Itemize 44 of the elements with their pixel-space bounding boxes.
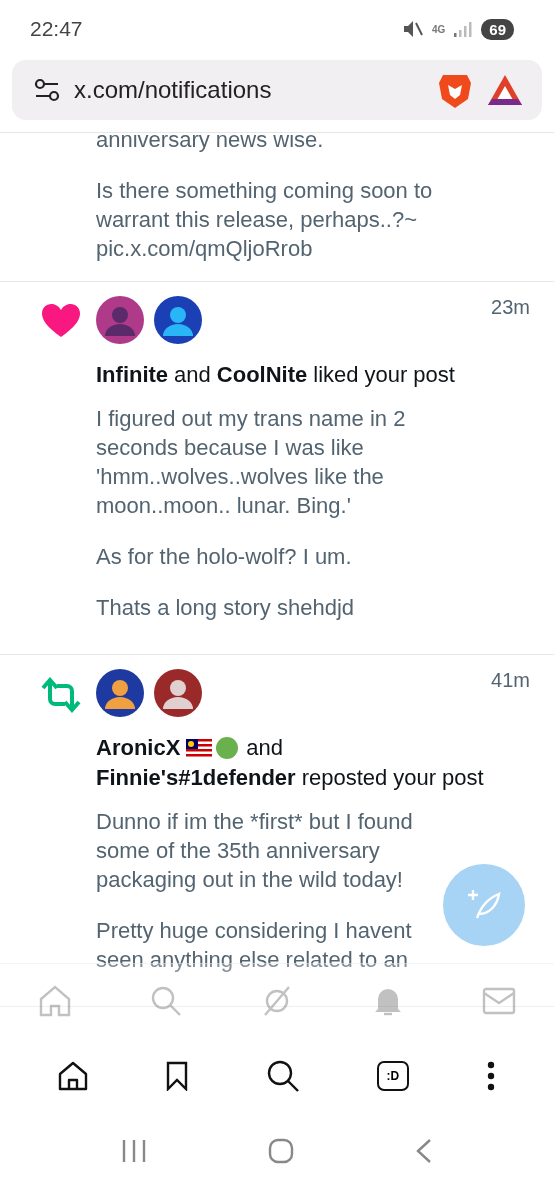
avatar[interactable] [154,669,202,717]
post-text: Dunno if im the *first* but I found some of the 35th anniversary packaging out in the wild today! [96,808,414,894]
post-text: As for the holo-wolf? I um. [96,543,353,571]
post-text: Pretty huge considering I havent seen anything else related to an [96,917,413,974]
notification-text: liked [313,362,359,387]
post-text: I figured out my trans name in 2 seconds because I was like 'hmm..wolves..wolves like the moon..moon.. lunar. Bing.' [96,405,407,520]
avatar[interactable] [154,296,202,344]
notification-text: post [442,765,484,790]
user-name[interactable]: Infinite [96,362,169,387]
heart-icon [42,304,80,338]
signal-icon [453,20,474,38]
notification-text: post [413,362,455,387]
mute-icon [401,19,424,39]
user-name[interactable]: Finnie's#1defender [96,765,296,790]
triangle-logo-icon[interactable] [486,73,524,107]
post-text: anniversary news wise. [96,133,325,154]
notification-text: your [393,765,437,790]
avatar[interactable] [96,296,144,344]
repost-icon [40,677,82,713]
url-text[interactable]: x.com/notifications [74,76,424,104]
more-icon[interactable] [485,1061,496,1091]
bookmark-icon[interactable] [165,1061,190,1091]
avatar[interactable] [96,669,144,717]
home-button-icon[interactable] [268,1138,294,1164]
address-bar[interactable]: x.com/notifications [12,60,542,120]
notification-text: and [246,735,284,760]
notification-text: and [174,362,211,387]
site-settings-icon[interactable] [34,78,60,102]
search-icon[interactable] [266,1059,300,1093]
post-text: Is there something coming soon to warrant this release, perhaps..?~ pic.x.com/qmQljoRrob [96,177,434,263]
network-label: 4G [431,23,446,35]
status-time: 22:47 [30,17,83,41]
notification-time: 41m [491,669,530,692]
post-text: Thats a long story shehdjd [96,594,356,622]
notification-text: your [364,362,408,387]
home-icon[interactable] [58,1061,89,1091]
user-name[interactable]: CoolNite [216,362,308,387]
flag-icon [186,739,213,757]
user-name[interactable]: AronicX [96,735,181,760]
notification-text: reposted [301,765,388,790]
recents-icon[interactable] [120,1139,147,1163]
battery-indicator: 69 [481,18,514,40]
tabs-button[interactable]: :D [376,1061,409,1091]
notification-time: 23m [491,296,530,319]
